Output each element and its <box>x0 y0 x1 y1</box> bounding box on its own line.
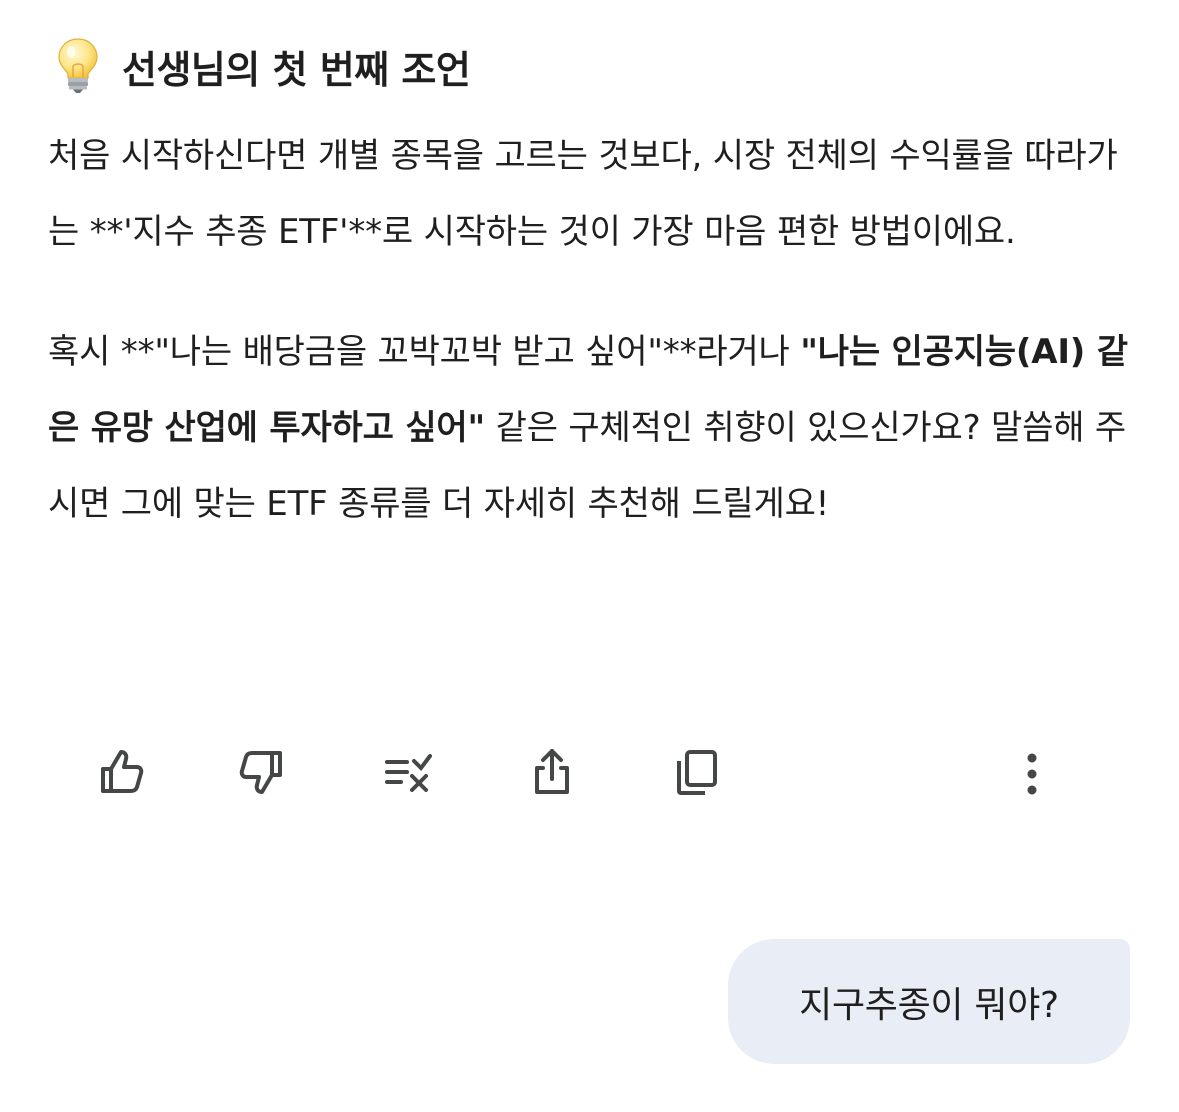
copy-button[interactable] <box>664 740 728 804</box>
thumbs-down-button[interactable] <box>230 740 294 804</box>
response-heading: 선생님의 첫 번째 조언 <box>48 30 1138 102</box>
paragraph-text: 혹시 **"나는 배당금을 꼬박꼬박 받고 싶어"**라거나 <box>48 332 801 372</box>
user-message-text: 지구추종이 뭐야? <box>799 984 1059 1026</box>
share-button[interactable] <box>520 740 584 804</box>
response-paragraph: 처음 시작하신다면 개별 종목을 고르는 것보다, 시장 전체의 수익률을 따라… <box>48 136 1118 252</box>
heading-text: 선생님의 첫 번째 조언 <box>122 47 471 92</box>
share-icon <box>535 749 569 794</box>
thumbs-down-icon <box>239 751 282 794</box>
thumbs-up-icon <box>101 750 144 793</box>
response-paragraph: 혹시 **"나는 배당금을 꼬박꼬박 받고 싶어"**라거나 "나는 인공지능(… <box>48 314 1138 542</box>
response-actions-bar <box>0 740 1179 804</box>
modify-response-icon <box>385 754 432 792</box>
modify-response-button[interactable] <box>374 740 438 804</box>
user-message-bubble: 지구추종이 뭐야? <box>728 939 1130 1064</box>
copy-icon <box>677 750 717 795</box>
lightbulb-icon <box>58 38 98 93</box>
more-options-button[interactable] <box>1000 740 1064 804</box>
more-vert-icon <box>1027 753 1037 795</box>
model-response: 선생님의 첫 번째 조언 처음 시작하신다면 개별 종목을 고르는 것보다, 시… <box>48 30 1138 542</box>
thumbs-up-button[interactable] <box>89 740 153 804</box>
